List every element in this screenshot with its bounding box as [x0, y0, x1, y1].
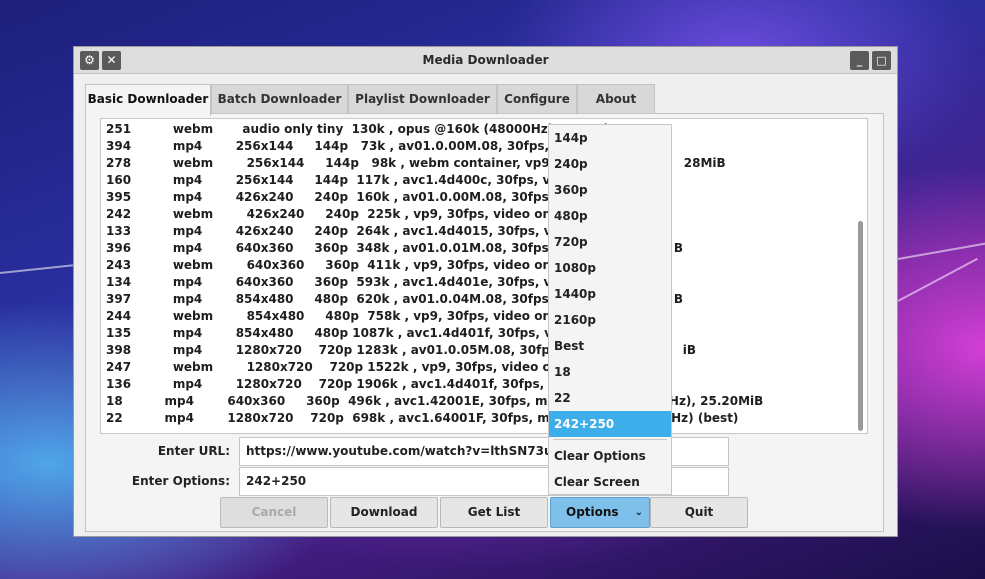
dropdown-item[interactable]: Best	[549, 333, 671, 359]
window-title: Media Downloader	[422, 53, 549, 67]
title-bar[interactable]: ⚙ ✕ Media Downloader _ □	[74, 47, 897, 74]
dropdown-item[interactable]: 360p	[549, 177, 671, 203]
tab-configure[interactable]: Configure	[497, 84, 577, 114]
menu-separator	[553, 439, 667, 440]
get-list-button[interactable]: Get List	[440, 497, 548, 528]
cancel-button[interactable]: Cancel	[220, 497, 328, 528]
options-button[interactable]: Options ⌄	[550, 497, 650, 528]
scrollbar-thumb[interactable]	[858, 221, 863, 431]
basic-downloader-panel: 251 webm audio only tiny 130k , opus @16…	[85, 113, 884, 532]
format-row[interactable]: 136 mp4 1280x720 720p 1906k , avc1.4d401…	[106, 376, 569, 393]
tab-basic-downloader[interactable]: Basic Downloader	[85, 84, 211, 116]
download-button[interactable]: Download	[330, 497, 438, 528]
tab-playlist-downloader[interactable]: Playlist Downloader	[348, 84, 497, 114]
format-row[interactable]: 134 mp4 640x360 360p 593k , avc1.4d401e,…	[106, 274, 572, 291]
tab-about[interactable]: About	[577, 84, 655, 114]
format-row[interactable]: 251 webm audio only tiny 130k , opus @16…	[106, 121, 617, 138]
format-row[interactable]: 394 mp4 256x144 144p 73k , av01.0.00M.08…	[106, 138, 565, 155]
chevron-down-icon: ⌄	[634, 507, 643, 518]
url-label: Enter URL:	[157, 444, 230, 458]
dropdown-item[interactable]: 2160p	[549, 307, 671, 333]
format-row[interactable]: 243 webm 640x360 360p 411k , vp9, 30fps,…	[106, 257, 567, 274]
dropdown-item[interactable]: 18	[549, 359, 671, 385]
dropdown-item[interactable]: 240p	[549, 151, 671, 177]
format-row[interactable]: 244 webm 854x480 480p 758k , vp9, 30fps,…	[106, 308, 567, 325]
options-button-label: Options	[566, 505, 619, 519]
clear-screen-item[interactable]: Clear Screen	[549, 469, 671, 495]
dropdown-item[interactable]: 242+250	[549, 411, 671, 437]
wallpaper-streak	[897, 257, 978, 302]
maximize-icon[interactable]: □	[872, 51, 891, 70]
wallpaper-streak	[897, 242, 985, 260]
format-row[interactable]: 135 mp4 854x480 480p 1087k , avc1.4d401f…	[106, 325, 573, 342]
options-label: Enter Options:	[131, 474, 230, 488]
dropdown-item[interactable]: 22	[549, 385, 671, 411]
dropdown-item[interactable]: 1080p	[549, 255, 671, 281]
format-row[interactable]: 160 mp4 256x144 144p 117k , avc1.4d400c,…	[106, 172, 571, 189]
options-dropdown-menu: 144p 240p 360p 480p 720p 1080p 1440p 2160p Best 1…	[548, 124, 672, 495]
format-row[interactable]: 247 webm 1280x720 720p 1522k , vp9, 30fp…	[106, 359, 575, 376]
app-window: ⚙ ✕ Media Downloader _ □ Basic Downloade…	[73, 46, 898, 537]
dropdown-item[interactable]: 720p	[549, 229, 671, 255]
quit-button[interactable]: Quit	[650, 497, 748, 528]
format-list[interactable]: 251 webm audio only tiny 130k , opus @16…	[100, 118, 868, 434]
tab-batch-downloader[interactable]: Batch Downloader	[211, 84, 348, 114]
format-row[interactable]: 242 webm 426x240 240p 225k , vp9, 30fps,…	[106, 206, 567, 223]
dropdown-item[interactable]: 144p	[549, 125, 671, 151]
clear-options-item[interactable]: Clear Options	[549, 443, 671, 469]
format-row[interactable]: 395 mp4 426x240 240p 160k , av01.0.00M.0…	[106, 189, 569, 206]
dropdown-item[interactable]: 1440p	[549, 281, 671, 307]
scrollbar[interactable]	[857, 121, 865, 431]
format-row[interactable]: 133 mp4 426x240 240p 264k , avc1.4d4015,…	[106, 223, 572, 240]
minimize-icon[interactable]: _	[850, 51, 869, 70]
dropdown-item[interactable]: 480p	[549, 203, 671, 229]
